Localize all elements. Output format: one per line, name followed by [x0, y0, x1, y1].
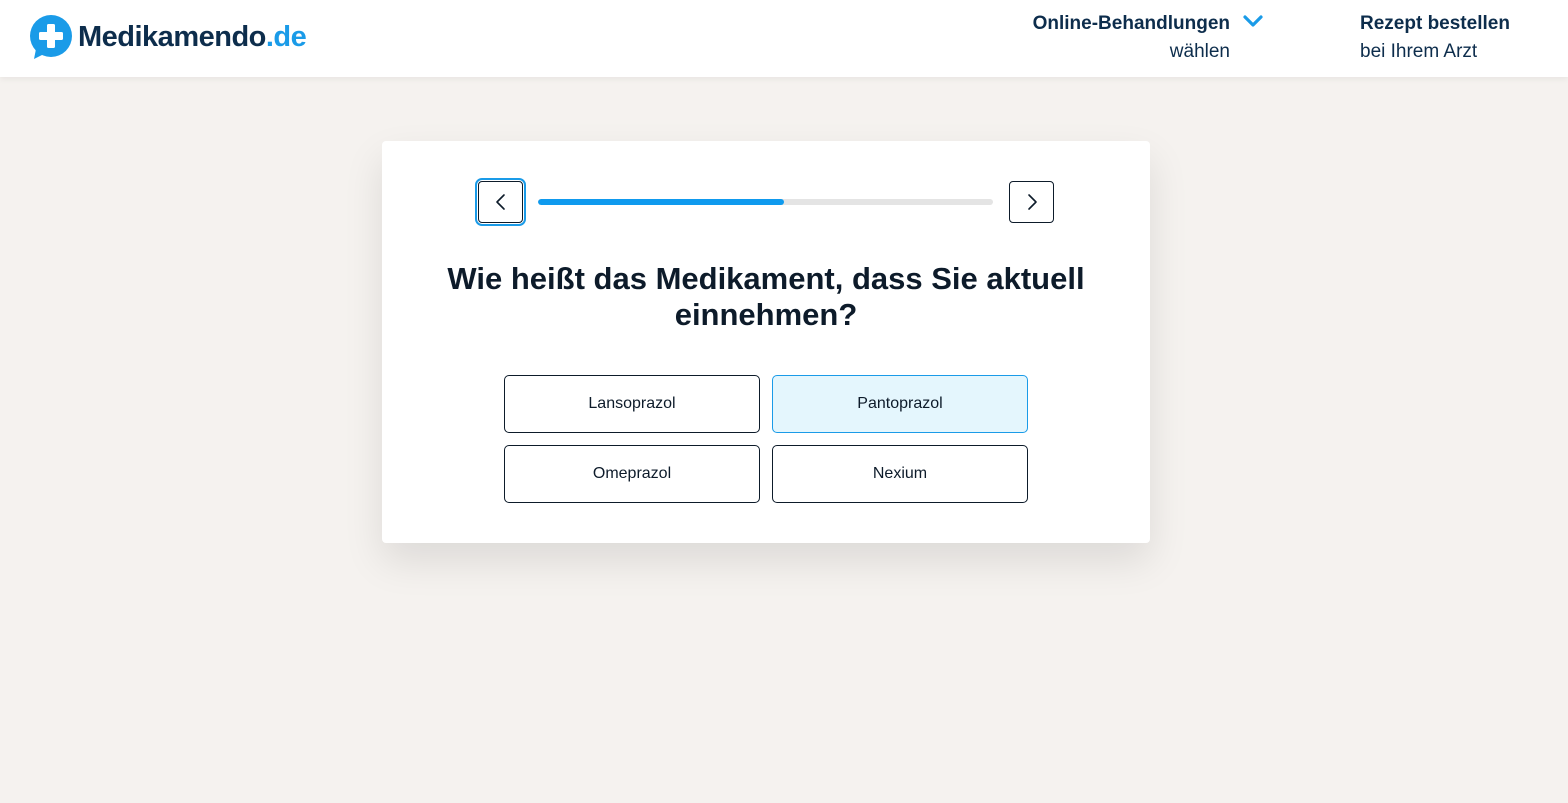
back-button[interactable] [475, 178, 526, 226]
question-title: Wie heißt das Medikament, dass Sie aktue… [447, 261, 1085, 332]
chevron-left-icon [495, 194, 505, 210]
nav-rezept-bestellen-subtitle: bei Ihrem Arzt [1360, 41, 1478, 62]
progress-bar-fill [538, 199, 784, 205]
logo-wordmark-tld: .de [265, 20, 307, 53]
questionnaire-card: Wie heißt das Medikament, dass Sie aktue… [382, 141, 1150, 543]
progress-bar [538, 199, 993, 205]
chevron-down-icon[interactable] [1242, 12, 1264, 30]
nav-online-behandlungen-title: Online-Behandlungen [1032, 13, 1230, 34]
nav-rezept-bestellen[interactable]: Rezept bestellen bei Ihrem Arzt [1360, 12, 1510, 64]
logo-wordmark-main: Medikamendo [78, 20, 266, 53]
option-pantoprazol[interactable]: Pantoprazol [772, 375, 1028, 433]
nav-online-behandlungen[interactable]: Online-Behandlungen wählen [1033, 12, 1230, 64]
next-button[interactable] [1009, 181, 1054, 223]
option-lansoprazol[interactable]: Lansoprazol [504, 375, 760, 433]
option-nexium[interactable]: Nexium [772, 445, 1028, 503]
option-omeprazol[interactable]: Omeprazol [504, 445, 760, 503]
site-logo[interactable]: Medikamendo.de [30, 15, 307, 59]
nav-rezept-bestellen-title: Rezept bestellen [1360, 13, 1510, 34]
logo-wordmark: Medikamendo.de [78, 20, 307, 54]
nav-online-behandlungen-subtitle: wählen [1169, 41, 1230, 62]
site-header: Medikamendo.de Online-Behandlungen wähle… [0, 0, 1568, 77]
chevron-right-icon [1027, 194, 1037, 210]
chat-bubble-plus-icon [30, 15, 72, 59]
